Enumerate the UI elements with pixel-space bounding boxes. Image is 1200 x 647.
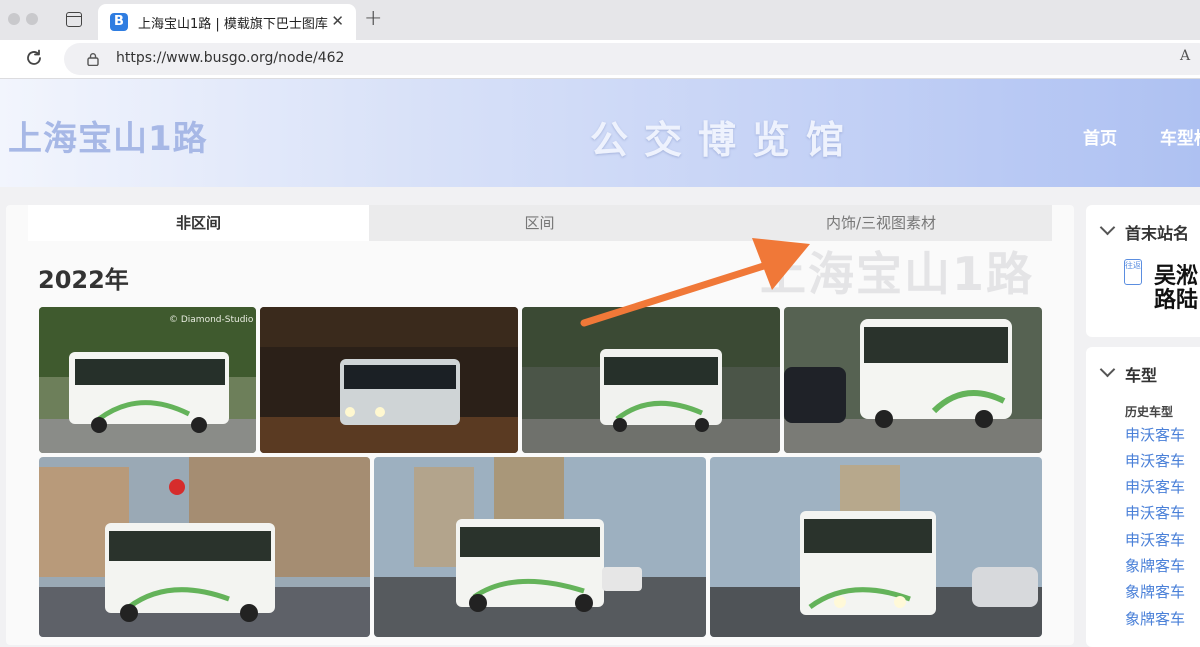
sidebar-toggle-icon[interactable]	[66, 12, 82, 27]
bus-photo-1[interactable]: © Diamond-Studio	[39, 307, 256, 453]
model-link[interactable]: 申沃客车	[1125, 529, 1185, 550]
bus-photo-3[interactable]	[522, 307, 780, 453]
site-favicon-icon: B	[110, 13, 128, 31]
history-models-label: 历史车型	[1125, 405, 1174, 419]
nav-home[interactable]: 首页	[1083, 124, 1117, 149]
new-tab-button[interactable]: +	[364, 6, 382, 31]
year-heading: 2022年	[38, 266, 129, 294]
tab-non-express[interactable]: 非区间	[28, 205, 369, 241]
model-link[interactable]: 申沃客车	[1125, 450, 1185, 471]
tab-express[interactable]: 区间	[369, 205, 710, 241]
window-minimize-control[interactable]	[26, 13, 38, 25]
read-aloud-icon[interactable]: A	[1180, 48, 1190, 64]
bus-photo-2[interactable]	[260, 307, 518, 453]
direction-badge: 往返	[1124, 259, 1142, 285]
model-link[interactable]: 申沃客车	[1125, 476, 1185, 497]
site-title: 上海宝山1路	[8, 119, 208, 159]
category-tabs: 非区间 区间 内饰/三视图素材	[28, 205, 1052, 241]
model-link[interactable]: 象牌客车	[1125, 581, 1185, 602]
url-text: https://www.busgo.org/node/462	[116, 50, 345, 66]
browser-tab-bar: B 上海宝山1路 | 模载旗下巴士图库 ✕ +	[0, 0, 1200, 40]
models-heading: 车型	[1125, 366, 1158, 385]
model-link[interactable]: 申沃客车	[1125, 502, 1185, 523]
model-link[interactable]: 象牌客车	[1125, 608, 1185, 629]
models-panel	[1086, 347, 1200, 647]
watermark: 上海宝山1路	[760, 247, 1035, 301]
model-link[interactable]: 象牌客车	[1125, 555, 1185, 576]
reload-icon[interactable]	[24, 48, 44, 68]
terminals-heading: 首末站名	[1125, 224, 1190, 243]
address-bar-row: https://www.busgo.org/node/462	[0, 40, 1200, 79]
window-close-control[interactable]	[8, 13, 20, 25]
terminal-name-line-2: 路陆	[1154, 288, 1199, 313]
bus-photo-7[interactable]	[710, 457, 1042, 637]
browser-tab[interactable]: B 上海宝山1路 | 模载旗下巴士图库 ✕	[98, 4, 356, 40]
site-slogan: 公交博览馆	[590, 118, 861, 162]
tab-title: 上海宝山1路 | 模载旗下巴士图库	[138, 17, 328, 32]
lock-icon[interactable]	[86, 52, 100, 66]
nav-models[interactable]: 车型标	[1160, 124, 1200, 149]
tab-interior-materials[interactable]: 内饰/三视图素材	[710, 205, 1052, 241]
photo-credit: © Diamond-Studio	[169, 315, 254, 325]
model-link[interactable]: 申沃客车	[1125, 424, 1185, 445]
bus-photo-4[interactable]	[784, 307, 1042, 453]
site-header: 上海宝山1路 公交博览馆 首页 车型标	[0, 79, 1200, 187]
url-field[interactable]: https://www.busgo.org/node/462	[64, 43, 1200, 75]
bus-photo-6[interactable]	[374, 457, 706, 637]
close-tab-icon[interactable]: ✕	[331, 12, 344, 30]
bus-photo-5[interactable]	[39, 457, 370, 637]
